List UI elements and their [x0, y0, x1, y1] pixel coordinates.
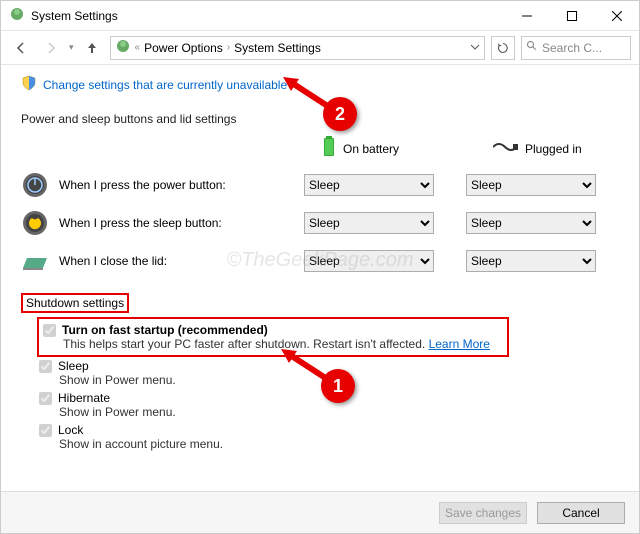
row-label: When I close the lid:: [59, 254, 294, 268]
col-label: Plugged in: [525, 142, 582, 156]
content: Change settings that are currently unava…: [1, 65, 639, 491]
back-button[interactable]: [9, 36, 33, 60]
power-plan-icon: [115, 38, 131, 57]
fast-startup-block: Turn on fast startup (recommended) This …: [37, 317, 509, 357]
window-controls: [504, 1, 639, 31]
hibernate-desc: Show in Power menu.: [59, 405, 619, 419]
row-label: When I press the power button:: [59, 178, 294, 192]
change-settings-link[interactable]: Change settings that are currently unava…: [43, 78, 287, 92]
save-button[interactable]: Save changes: [439, 502, 527, 524]
fast-startup-checkbox: [43, 324, 56, 337]
plug-icon: [493, 139, 519, 158]
minimize-button[interactable]: [504, 1, 549, 31]
col-plugged-in: Plugged in: [493, 139, 603, 158]
sleep-button-icon: [21, 209, 49, 237]
row-label: When I press the sleep button:: [59, 216, 294, 230]
row-lid: When I close the lid: Sleep Sleep: [21, 247, 619, 275]
battery-icon: [321, 136, 337, 161]
lid-plugged-dropdown[interactable]: Sleep: [466, 250, 596, 272]
col-label: On battery: [343, 142, 399, 156]
breadcrumb-system-settings[interactable]: System Settings: [234, 41, 321, 55]
fast-startup-label: Turn on fast startup (recommended): [62, 323, 268, 337]
sleep-desc: Show in Power menu.: [59, 373, 619, 387]
forward-button[interactable]: [39, 36, 63, 60]
history-dropdown-icon[interactable]: ▾: [69, 42, 74, 53]
titlebar-left: System Settings: [1, 6, 504, 25]
lid-battery-dropdown[interactable]: Sleep: [304, 250, 434, 272]
cancel-button[interactable]: Cancel: [537, 502, 625, 524]
row-sleep-button: When I press the sleep button: Sleep Sle…: [21, 209, 619, 237]
maximize-button[interactable]: [549, 1, 594, 31]
sleep-label: Sleep: [58, 359, 89, 373]
hibernate-block: Hibernate Show in Power menu.: [39, 389, 619, 421]
breadcrumb-label: System Settings: [234, 41, 321, 55]
up-button[interactable]: [80, 36, 104, 60]
sleep-checkbox: [39, 360, 52, 373]
sleep-button-plugged-dropdown[interactable]: Sleep: [466, 212, 596, 234]
power-button-battery-dropdown[interactable]: Sleep: [304, 174, 434, 196]
breadcrumb-power-options[interactable]: Power Options ›: [144, 41, 230, 55]
refresh-button[interactable]: [491, 36, 515, 60]
close-button[interactable]: [594, 1, 639, 31]
column-headers: On battery Plugged in: [321, 136, 619, 161]
search-placeholder: Search C...: [542, 41, 602, 55]
shield-icon: [21, 75, 37, 94]
sleep-block: Sleep Show in Power menu.: [39, 357, 619, 389]
power-button-plugged-dropdown[interactable]: Sleep: [466, 174, 596, 196]
power-button-icon: [21, 171, 49, 199]
shutdown-section: Shutdown settings Turn on fast startup (…: [21, 293, 619, 453]
shield-link-row: Change settings that are currently unava…: [21, 75, 619, 94]
navbar: ▾ « Power Options › System Settings Sear…: [1, 31, 639, 65]
col-on-battery: On battery: [321, 136, 431, 161]
breadcrumb-chevron-icon: «: [135, 42, 141, 53]
lock-desc: Show in account picture menu.: [59, 437, 619, 451]
row-power-button: When I press the power button: Sleep Sle…: [21, 171, 619, 199]
section-header: Power and sleep buttons and lid settings: [21, 112, 619, 126]
lock-label: Lock: [58, 423, 83, 437]
breadcrumb-dropdown-icon[interactable]: [470, 41, 480, 55]
breadcrumb-bar[interactable]: « Power Options › System Settings: [110, 36, 485, 60]
hibernate-checkbox: [39, 392, 52, 405]
chevron-right-icon: ›: [227, 42, 230, 53]
app-icon: [9, 6, 25, 25]
titlebar: System Settings: [1, 1, 639, 31]
breadcrumb-label: Power Options: [144, 41, 223, 55]
lock-block: Lock Show in account picture menu.: [39, 421, 619, 453]
sleep-button-battery-dropdown[interactable]: Sleep: [304, 212, 434, 234]
lock-checkbox: [39, 424, 52, 437]
hibernate-label: Hibernate: [58, 391, 110, 405]
button-bar: Save changes Cancel: [1, 491, 639, 533]
shutdown-header: Shutdown settings: [21, 293, 129, 313]
window-title: System Settings: [31, 9, 118, 23]
lid-icon: [21, 247, 49, 275]
search-box[interactable]: Search C...: [521, 36, 631, 60]
learn-more-link[interactable]: Learn More: [429, 337, 490, 351]
search-icon: [526, 40, 538, 55]
fast-startup-desc: This helps start your PC faster after sh…: [63, 337, 425, 351]
